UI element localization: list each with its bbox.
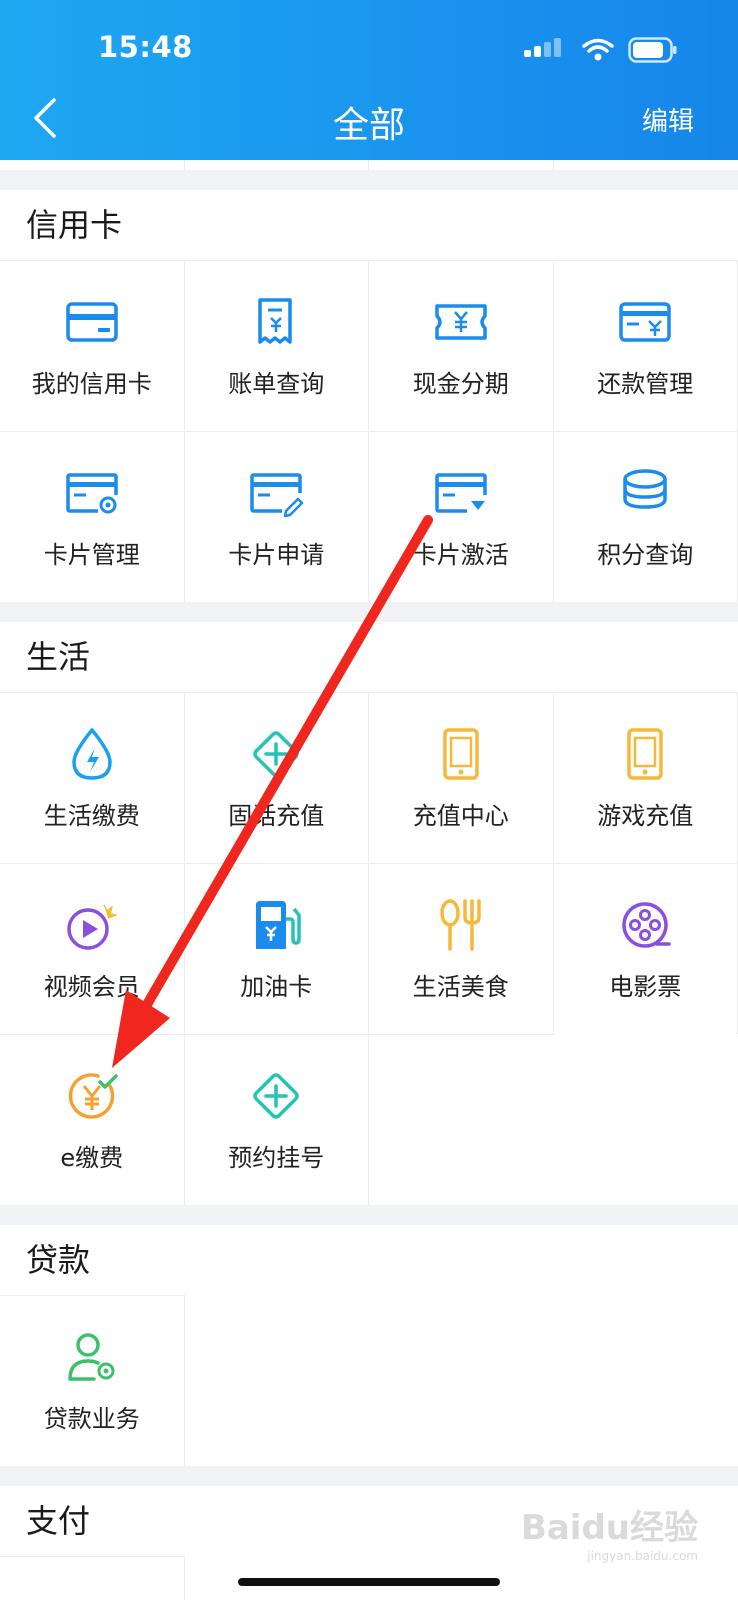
cash-ticket-icon	[433, 294, 489, 350]
battery-icon	[628, 37, 677, 63]
water-drop-bolt-icon	[64, 726, 120, 782]
coins-stack-icon	[617, 465, 673, 521]
yen-check-icon	[64, 1068, 120, 1124]
diamond-plus-icon	[248, 1068, 304, 1124]
signal-icon	[524, 38, 561, 57]
grid-item-landline-recharge[interactable]: 固话充值	[184, 692, 369, 863]
card-settings-icon	[64, 465, 120, 521]
previous-grid-remnant	[0, 160, 738, 170]
grid-item-bill-query[interactable]: 账单查询	[184, 260, 369, 431]
grid-item-label: 卡片管理	[43, 540, 140, 569]
watermark-url: jingyan.baidu.com	[587, 1549, 698, 1563]
grid-item-label: 预约挂号	[228, 1143, 325, 1172]
grid-item-label: 生活美食	[412, 972, 509, 1001]
grid-item-cash-installment[interactable]: 现金分期	[369, 260, 554, 431]
grid-item-utility-payment[interactable]: 生活缴费	[0, 692, 185, 863]
watermark-brand: Baidu经验	[520, 1508, 698, 1548]
grid-item-recharge-center[interactable]: 充值中心	[369, 692, 554, 863]
grid-item-label: 还款管理	[597, 369, 694, 398]
user-gear-icon	[64, 1329, 120, 1385]
card-apply-icon	[248, 465, 304, 521]
grid-item-label: 贷款业务	[43, 1404, 140, 1433]
grid-empty-cell	[369, 1034, 554, 1205]
grid-item-life-food[interactable]: 生活美食	[369, 863, 554, 1034]
phone-icon	[617, 726, 673, 782]
card-activate-icon	[433, 465, 489, 521]
diamond-plus-icon	[248, 726, 304, 782]
credit-card-icon	[64, 294, 120, 350]
section-title-life: 生活	[0, 622, 738, 692]
loan-grid: 贷款业务	[0, 1295, 738, 1466]
status-time: 15:48	[98, 30, 193, 64]
section-title-credit-card: 信用卡	[0, 190, 738, 260]
fuel-pump-icon	[248, 897, 304, 953]
wifi-icon	[582, 38, 614, 61]
grid-item-e-payment[interactable]: e缴费	[0, 1034, 185, 1205]
grid-item-label: 积分查询	[597, 540, 694, 569]
grid-empty-cell	[369, 1295, 554, 1466]
page-title: 全部	[332, 105, 405, 146]
life-grid: 生活缴费 固话充值 充值中心 游戏充值 视频会员 加油卡 生活美食 电影票 e缴…	[0, 692, 738, 1205]
grid-item-label: 固话充值	[228, 801, 325, 830]
grid-item-label: 加油卡	[240, 972, 313, 1001]
grid-item-label: 卡片申请	[228, 540, 325, 569]
grid-item-movie-ticket[interactable]: 电影票	[553, 863, 738, 1034]
credit-card-grid: 我的信用卡 账单查询 现金分期 还款管理 卡片管理 卡片申请 卡片激活 积分查询	[0, 260, 738, 602]
grid-item-appointment[interactable]: 预约挂号	[184, 1034, 369, 1205]
grid-item-label: 游戏充值	[597, 801, 694, 830]
watermark: Baidu经验 jingyan.baidu.com	[521, 1500, 698, 1563]
grid-item-partial	[0, 1556, 185, 1600]
grid-item-loan-business[interactable]: 贷款业务	[0, 1295, 185, 1466]
video-play-icon	[64, 897, 120, 953]
grid-item-label: 电影票	[609, 972, 682, 1001]
bill-receipt-icon	[248, 294, 304, 350]
grid-empty-cell	[553, 1034, 738, 1205]
grid-item-card-activate[interactable]: 卡片激活	[369, 431, 554, 602]
grid-item-video-vip[interactable]: 视频会员	[0, 863, 185, 1034]
grid-item-repayment[interactable]: 还款管理	[553, 260, 738, 431]
edit-button[interactable]: 编辑	[642, 101, 694, 138]
film-reel-icon	[617, 897, 673, 953]
spoon-fork-icon	[433, 897, 489, 953]
grid-item-label: 充值中心	[412, 801, 509, 830]
grid-item-fuel-card[interactable]: 加油卡	[184, 863, 369, 1034]
grid-item-points-query[interactable]: 积分查询	[553, 431, 738, 602]
grid-item-label: 我的信用卡	[31, 369, 152, 398]
grid-empty-cell	[553, 1295, 738, 1466]
grid-item-label: 卡片激活	[412, 540, 509, 569]
phone-icon	[433, 726, 489, 782]
grid-item-card-apply[interactable]: 卡片申请	[184, 431, 369, 602]
card-repay-icon	[617, 294, 673, 350]
home-indicator[interactable]	[238, 1578, 500, 1586]
grid-empty-cell	[184, 1295, 369, 1466]
grid-item-label: 账单查询	[228, 369, 325, 398]
header-bar: 15:48 全部 编辑	[0, 0, 738, 160]
grid-item-label: e缴费	[60, 1143, 124, 1172]
content-area: 信用卡 我的信用卡 账单查询 现金分期 还款管理 卡片管理 卡片申请 卡片激活 …	[0, 160, 738, 1600]
section-title-loan: 贷款	[0, 1225, 738, 1295]
grid-item-game-recharge[interactable]: 游戏充值	[553, 692, 738, 863]
status-icons	[524, 36, 678, 64]
grid-item-my-credit-card[interactable]: 我的信用卡	[0, 260, 185, 431]
grid-item-label: 视频会员	[43, 972, 140, 1001]
grid-item-label: 现金分期	[412, 369, 509, 398]
grid-item-card-management[interactable]: 卡片管理	[0, 431, 185, 602]
grid-item-label: 生活缴费	[43, 801, 140, 830]
